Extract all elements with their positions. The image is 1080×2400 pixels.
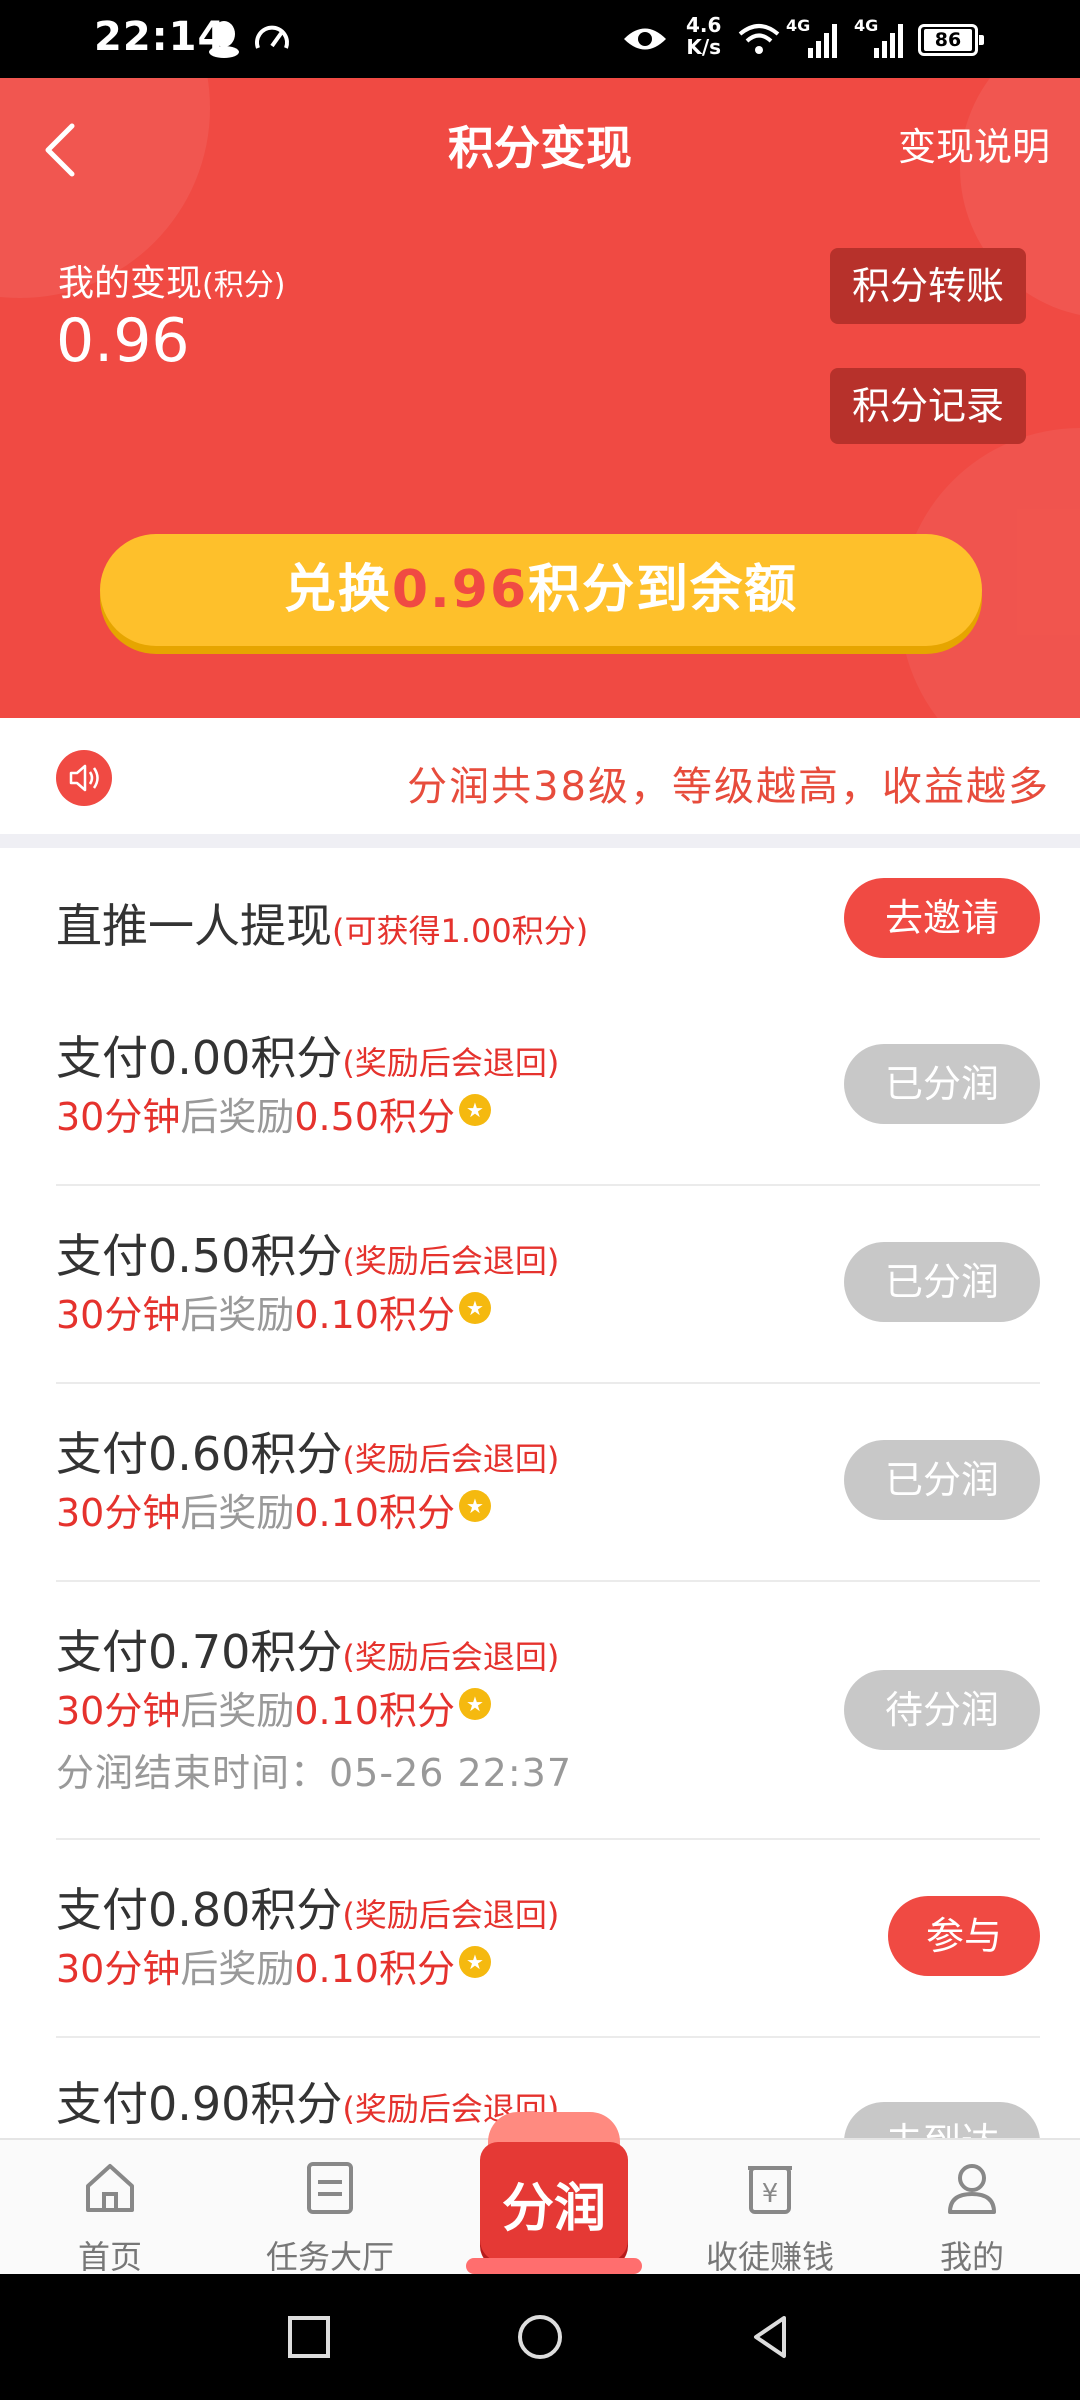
status-button-shared[interactable]: 已分润 [844,1044,1040,1124]
net-speed: 4.6 K/s [686,13,722,59]
speaker-icon [56,750,112,806]
home-circle-icon[interactable] [515,2312,565,2362]
nav-tasks-label: 任务大厅 [265,2238,394,2276]
svg-text:¥: ¥ [762,2179,779,2209]
task-title: 支付0.50积分(奖励后会退回) [56,1229,560,1283]
status-button-unreached[interactable]: 未到达 [844,2102,1040,2138]
help-link[interactable]: 变现说明 [898,116,1050,171]
nav-tasks[interactable]: 任务大厅 [250,2140,410,2276]
notice-bar: 分润共38级，等级越高，收益越多 [0,718,1080,834]
speed-meter-icon [255,25,289,49]
task-row: 支付0.50积分(奖励后会退回) 30分钟后奖励0.10积分 已分润 [56,1186,1040,1384]
notice-text: 分润共38级，等级越高，收益越多 [407,764,1050,810]
task-title: 直推一人提现(可获得1.00积分) [56,899,589,953]
section-divider [0,834,1080,848]
back-triangle-icon[interactable] [746,2312,796,2362]
nav-home-label: 首页 [77,2238,142,2276]
battery-level: 86 [924,29,972,51]
nav-recruit-label: 收徒赚钱 [705,2238,834,2276]
nav-mine[interactable]: 我的 [912,2140,1032,2276]
nav-center-share-button[interactable]: 分润 [466,2098,642,2274]
coin-icon [459,1946,491,1978]
exchange-amount: 0.96 [391,560,529,620]
task-row: 支付0.80积分(奖励后会退回) 30分钟后奖励0.10积分 参与 [56,1840,1040,2038]
nav-center-label: 分润 [501,2179,606,2239]
wifi-icon [738,24,780,54]
status-button-pending[interactable]: 待分润 [844,1670,1040,1750]
status-button-shared[interactable]: 已分润 [844,1242,1040,1322]
eye-icon [624,28,666,50]
task-title: 支付0.00积分(奖励后会退回) [56,1031,560,1085]
qq-icon [209,21,239,58]
task-reward: 30分钟后奖励0.50积分 [56,1086,491,1141]
balance-value: 0.96 [56,306,190,376]
task-row: 支付0.00积分(奖励后会退回) 30分钟后奖励0.50积分 已分润 [56,988,1040,1186]
document-icon [307,2162,353,2214]
invite-button[interactable]: 去邀请 [844,878,1040,958]
task-reward: 30分钟后奖励0.10积分 [56,1284,491,1339]
coin-icon [459,1292,491,1324]
transfer-button[interactable]: 积分转账 [830,248,1026,324]
coin-icon [459,1094,491,1126]
yuan-bag-icon: ¥ [748,2166,792,2214]
signal-1-icon [808,24,837,58]
task-reward: 30分钟后奖励0.10积分 [56,1938,491,1993]
task-row: 支付0.70积分(奖励后会退回) 30分钟后奖励0.10积分 分润结束时间：05… [56,1582,1040,1840]
share-end-time: 分润结束时间：05-26 22:37 [56,1751,573,1795]
nav-mine-label: 我的 [939,2238,1004,2276]
exchange-button[interactable]: 兑换0.96积分到余额 [100,534,982,646]
home-icon [86,2164,134,2212]
task-reward: 30分钟后奖励0.10积分 [56,1680,491,1735]
status-bar: 22:14 4.6 K/s 4G 4G 86 [0,0,1080,78]
coin-icon [459,1490,491,1522]
records-button[interactable]: 积分记录 [830,368,1026,444]
task-title: 支付0.80积分(奖励后会退回) [56,1883,560,1937]
task-row: 支付0.60积分(奖励后会退回) 30分钟后奖励0.10积分 已分润 [56,1384,1040,1582]
task-reward: 30分钟后奖励0.10积分 [56,1482,491,1537]
user-icon [948,2164,996,2214]
join-button[interactable]: 参与 [888,1896,1040,1976]
recent-apps-icon[interactable] [284,2312,334,2362]
task-title: 支付0.70积分(奖励后会退回) [56,1625,560,1679]
battery-icon: 86 [918,24,984,56]
nav-recruit[interactable]: ¥ 收徒赚钱 [690,2140,850,2276]
system-nav-bar [0,2274,1080,2400]
task-row-invite: 直推一人提现(可获得1.00积分) 去邀请 [56,848,1040,988]
header: 积分变现 变现说明 我的变现(积分) 0.96 积分转账 积分记录 兑换0.96… [0,78,1080,718]
nav-home[interactable]: 首页 [50,2140,170,2276]
balance-label: 我的变现(积分) [58,263,286,304]
signal-2-icon [874,24,903,58]
bag-base [466,2258,642,2274]
status-button-shared[interactable]: 已分润 [844,1440,1040,1520]
task-title: 支付0.60积分(奖励后会退回) [56,1427,560,1481]
task-list: 直推一人提现(可获得1.00积分) 去邀请 支付0.00积分(奖励后会退回) 3… [0,848,1080,2138]
coin-icon [459,1688,491,1720]
